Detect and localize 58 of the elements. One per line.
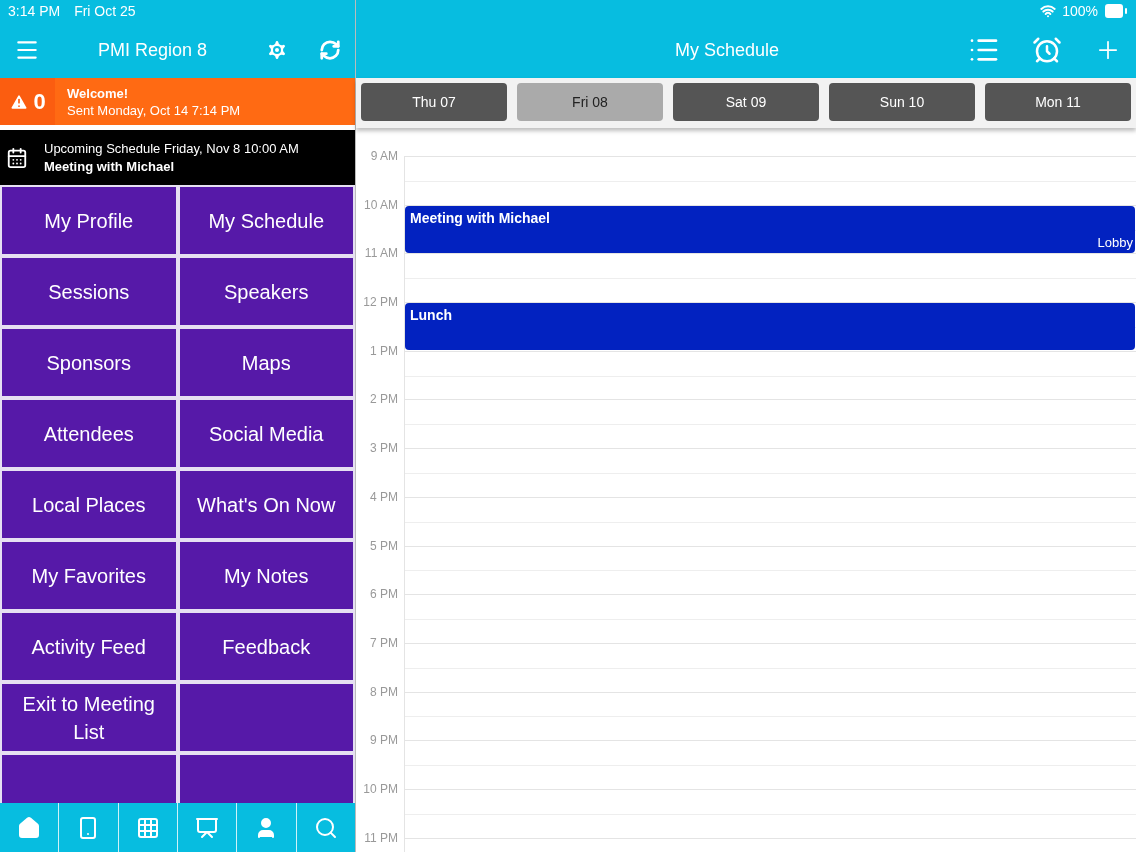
hour-label: 10 PM bbox=[362, 781, 399, 796]
search-icon bbox=[313, 815, 338, 840]
hour-label: 2 PM bbox=[369, 392, 399, 407]
menu-tile[interactable]: Sessions bbox=[2, 258, 176, 325]
menu-tile[interactable]: Speakers bbox=[179, 258, 353, 325]
hour-label: 5 PM bbox=[369, 538, 399, 553]
hour-label: 4 PM bbox=[369, 489, 399, 504]
day-tab[interactable]: Fri 08 bbox=[517, 83, 663, 121]
upcoming-title: Meeting with Michael bbox=[44, 159, 175, 174]
event-location: Lobby bbox=[1097, 234, 1133, 250]
menu-tile[interactable]: Attendees bbox=[2, 400, 176, 467]
menu-tile[interactable]: My Profile bbox=[2, 187, 176, 254]
home-icon bbox=[17, 815, 42, 840]
day-tab[interactable]: Sat 09 bbox=[673, 83, 819, 121]
alert-count: 0 bbox=[33, 88, 46, 115]
hour-label: 8 PM bbox=[369, 684, 399, 699]
hour-label: 11 AM bbox=[363, 246, 399, 261]
hour-label: 10 AM bbox=[362, 197, 399, 212]
menu-tile[interactable]: Activity Feed bbox=[2, 613, 176, 680]
menu-tile[interactable]: Social Media bbox=[179, 400, 353, 467]
menu-tile[interactable]: Maps bbox=[179, 329, 353, 396]
menu-tile[interactable]: Feedback bbox=[179, 613, 353, 680]
day-tab[interactable]: Mon 11 bbox=[985, 83, 1131, 121]
alert-subtitle: Sent Monday, Oct 14 7:14 PM bbox=[67, 102, 241, 118]
wifi-icon bbox=[1040, 3, 1057, 19]
refresh-button[interactable] bbox=[319, 39, 341, 61]
menu-tile[interactable]: Sponsors bbox=[2, 329, 176, 396]
status-date: Fri Oct 25 bbox=[74, 3, 136, 19]
status-time: 3:14 PM bbox=[8, 3, 61, 19]
app-title: PMI Region 8 bbox=[96, 39, 209, 61]
event-block[interactable]: Lunch bbox=[405, 303, 1135, 351]
grid-icon bbox=[135, 815, 160, 840]
upcoming-line: Upcoming Schedule Friday, Nov 8 10:00 AM bbox=[44, 141, 299, 156]
hour-label: 6 PM bbox=[369, 587, 399, 602]
calendar-icon bbox=[6, 146, 28, 169]
hour-label: 3 PM bbox=[369, 441, 399, 456]
hour-label: 1 PM bbox=[369, 343, 399, 358]
menu-tile[interactable]: My Schedule bbox=[179, 187, 353, 254]
alert-title: Welcome! bbox=[67, 85, 130, 101]
menu-tile[interactable]: What's On Now bbox=[179, 471, 353, 538]
hour-label: 9 PM bbox=[369, 733, 399, 748]
event-block[interactable]: Meeting with Michael Lobby bbox=[405, 205, 1135, 253]
hour-label: 7 PM bbox=[369, 635, 399, 650]
screen-title: My Schedule bbox=[673, 39, 781, 61]
event-title: Meeting with Michael bbox=[410, 209, 550, 226]
day-tab[interactable]: Thu 07 bbox=[361, 83, 507, 121]
easel-icon bbox=[195, 815, 220, 840]
hour-label: 9 AM bbox=[369, 149, 399, 163]
battery-percent: 100% bbox=[1062, 3, 1098, 19]
menu-tile[interactable]: My Favorites bbox=[2, 542, 176, 609]
event-title: Lunch bbox=[410, 307, 452, 324]
menu-tile[interactable]: Exit to Meeting List bbox=[2, 684, 176, 751]
day-tab[interactable]: Sun 10 bbox=[829, 83, 975, 121]
hour-label: 12 PM bbox=[362, 295, 399, 310]
menu-tile[interactable]: Local Places bbox=[2, 471, 176, 538]
hour-label: 11 PM bbox=[363, 830, 399, 845]
menu-tile[interactable]: My Notes bbox=[179, 542, 353, 609]
alarm-button[interactable] bbox=[1032, 35, 1062, 65]
